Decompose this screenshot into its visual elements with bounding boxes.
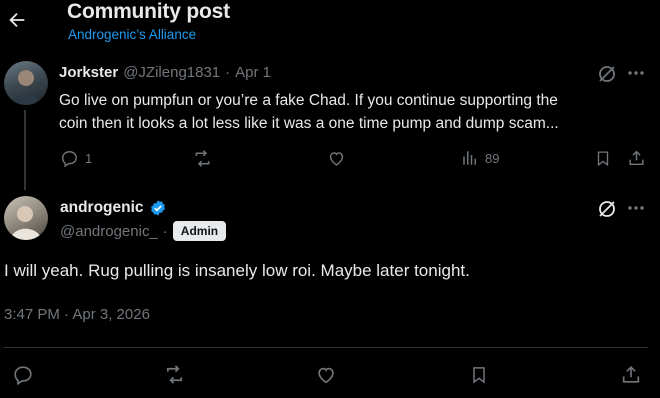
- bookmark-icon: [469, 364, 489, 386]
- repost-icon: [163, 363, 186, 386]
- divider: [4, 347, 648, 348]
- post-date[interactable]: Apr 1: [235, 64, 271, 81]
- reply-icon: [60, 149, 79, 168]
- views-button[interactable]: 89: [461, 149, 499, 167]
- heart-icon: [327, 149, 346, 168]
- share-icon: [627, 148, 646, 168]
- reply-count: 1: [85, 151, 93, 166]
- heart-icon: [315, 364, 337, 386]
- post-text-line: coin then it looks a lot less like it wa…: [59, 115, 559, 132]
- author-handle[interactable]: @JZileng1831: [123, 64, 220, 81]
- post-text: Go live on pumpfun or you’re a fake Chad…: [59, 89, 559, 135]
- community-link[interactable]: Androgenic’s Alliance: [68, 27, 196, 42]
- bookmark-icon: [594, 149, 612, 168]
- reply-button[interactable]: [12, 364, 34, 386]
- repost-icon: [192, 148, 213, 169]
- more-icon[interactable]: [627, 70, 645, 76]
- author-name[interactable]: androgenic: [60, 199, 144, 217]
- post-timestamp[interactable]: 3:47 PM · Apr 3, 2026: [4, 306, 150, 323]
- reply-header: Jorkster @JZileng1831 · Apr 1: [59, 64, 271, 81]
- author-name[interactable]: Jorkster: [59, 64, 118, 81]
- more-icon[interactable]: [627, 205, 645, 211]
- grok-icon[interactable]: [597, 64, 617, 84]
- repost-button[interactable]: [163, 363, 186, 386]
- share-icon: [620, 363, 642, 386]
- share-button[interactable]: [627, 148, 646, 168]
- meta-separator: ·: [162, 222, 168, 240]
- meta-separator: ·: [225, 64, 231, 81]
- reply-icon: [12, 364, 34, 386]
- admin-badge: Admin: [172, 221, 227, 241]
- bookmark-button[interactable]: [469, 364, 489, 386]
- verified-badge-icon: [149, 199, 167, 217]
- reply-button[interactable]: 1: [60, 149, 92, 168]
- share-button[interactable]: [620, 363, 642, 386]
- post-text-line: Go live on pumpfun or you’re a fake Chad…: [59, 92, 558, 109]
- back-arrow-icon[interactable]: [6, 9, 28, 31]
- like-button[interactable]: [315, 364, 337, 386]
- author-handle[interactable]: @androgenic_: [60, 223, 158, 240]
- thread-connector-line: [24, 110, 26, 190]
- page-title: Community post: [67, 0, 230, 23]
- post-text: I will yeah. Rug pulling is insanely low…: [4, 261, 470, 280]
- bookmark-button[interactable]: [594, 149, 612, 168]
- views-icon: [461, 149, 479, 167]
- view-count: 89: [485, 150, 500, 166]
- like-button[interactable]: [327, 149, 346, 168]
- author-row: androgenic: [60, 199, 167, 217]
- avatar[interactable]: [4, 196, 48, 240]
- handle-row: @androgenic_ · Admin: [60, 221, 227, 241]
- avatar[interactable]: [4, 61, 48, 105]
- repost-button[interactable]: [192, 148, 213, 169]
- grok-icon[interactable]: [597, 199, 617, 219]
